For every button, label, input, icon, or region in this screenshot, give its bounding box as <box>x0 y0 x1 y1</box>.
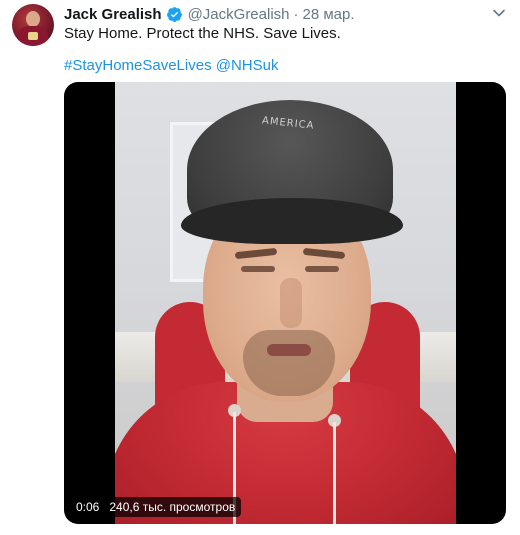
tweet-date[interactable]: 28 мар. <box>303 6 355 23</box>
video-info-overlay: 0:06 240,6 тыс. просмотров <box>70 497 242 517</box>
mouth <box>267 344 311 356</box>
avatar-face <box>26 11 40 27</box>
tweet-header: Jack Grealish @JackGrealish · 28 мар. <box>64 4 355 24</box>
tweet: Jack Grealish @JackGrealish · 28 мар. St… <box>0 0 520 535</box>
nose <box>280 278 302 328</box>
right-drawstring <box>333 422 336 524</box>
display-name[interactable]: Jack Grealish <box>64 6 162 23</box>
verified-badge-icon <box>166 6 182 22</box>
video-time: 0:06 <box>76 500 100 514</box>
view-count: 240,6 тыс. просмотров <box>109 500 236 514</box>
avatar-crest <box>28 32 38 40</box>
header-separator: · <box>293 5 299 23</box>
hashtag-link[interactable]: #StayHomeSaveLives <box>64 57 212 74</box>
avatar[interactable] <box>12 4 54 46</box>
chevron-down-icon[interactable] <box>492 6 506 20</box>
tweet-links: #StayHomeSaveLives @NHSuk <box>64 56 279 76</box>
cap-brim <box>181 198 403 244</box>
tweet-text: Stay Home. Protect the NHS. Save Lives. <box>64 25 341 42</box>
left-eye <box>241 266 275 272</box>
author-handle[interactable]: @JackGrealish <box>188 6 290 23</box>
right-eye <box>305 266 339 272</box>
video-frame: AMERICA <box>115 82 456 524</box>
beard <box>243 330 335 396</box>
video-player[interactable]: AMERICA 0:06 240,6 тыс. просмотров <box>64 82 506 524</box>
mention-link[interactable]: @NHSuk <box>216 57 279 74</box>
